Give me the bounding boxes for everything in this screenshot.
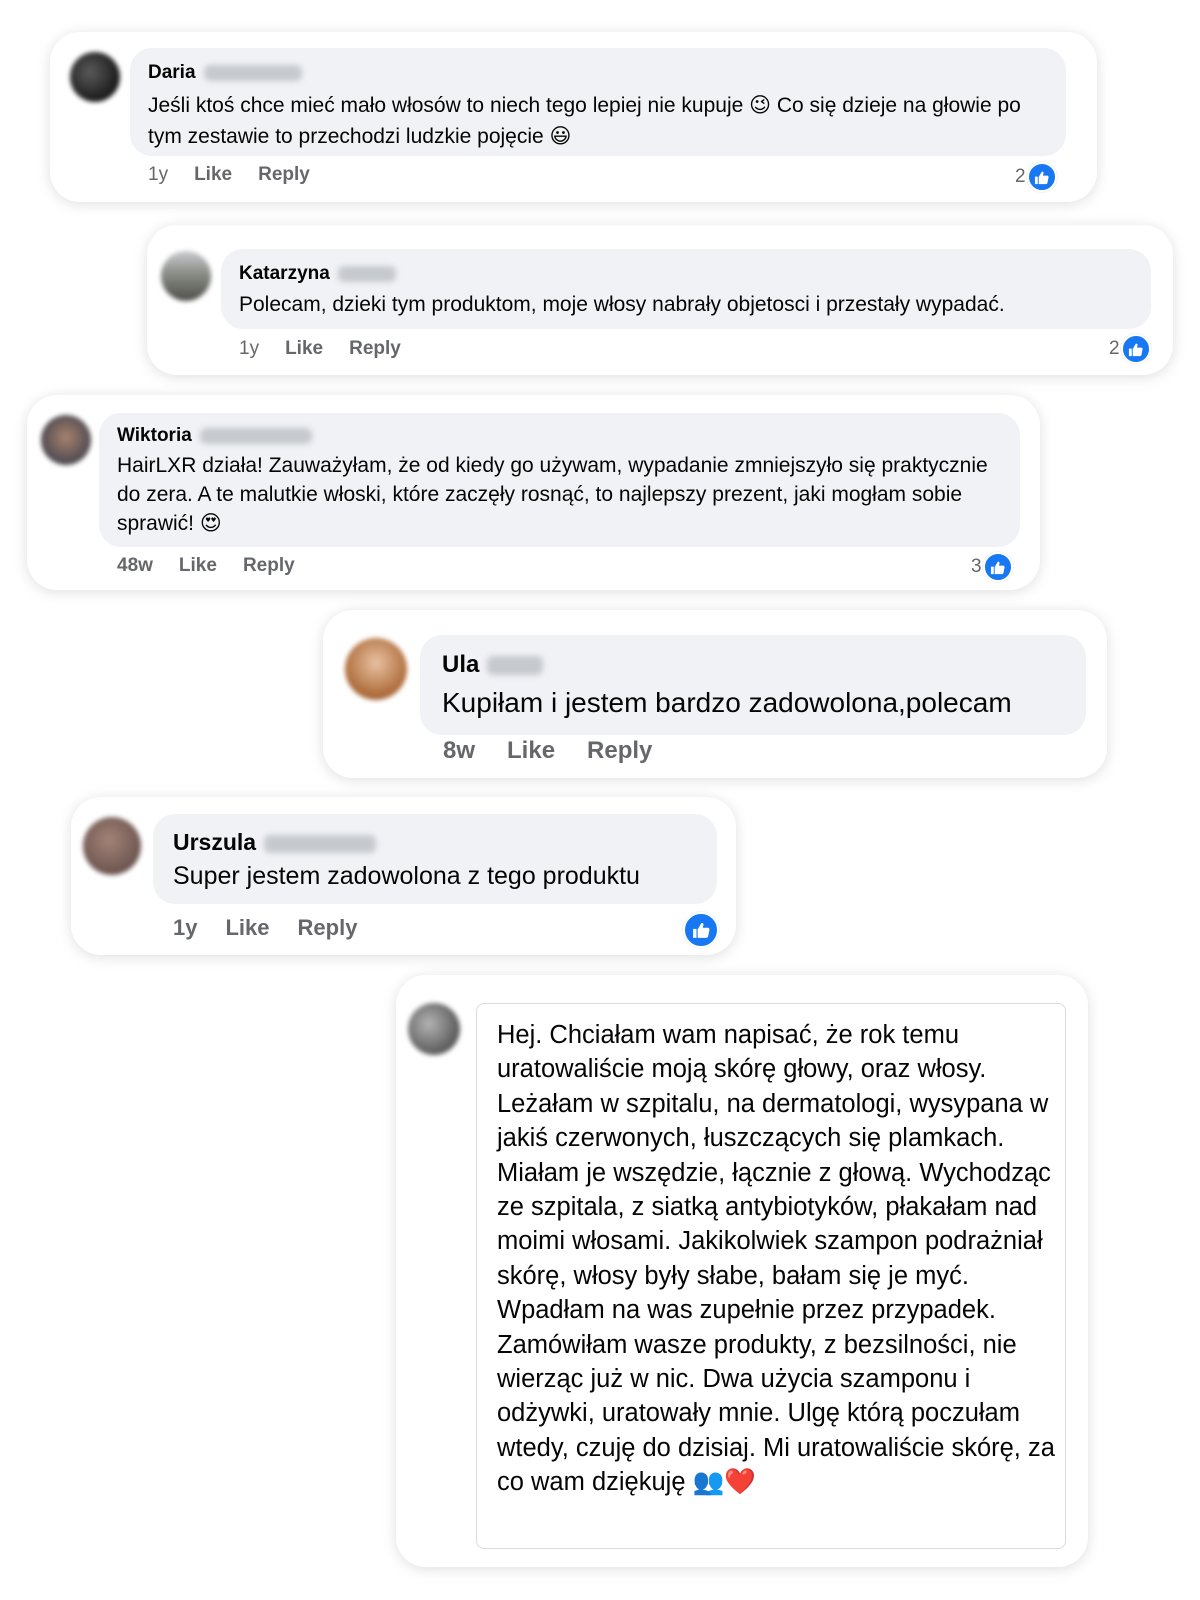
avatar[interactable] [345, 638, 407, 700]
comment-text: Super jestem zadowolona z tego produktu [173, 862, 640, 890]
timestamp[interactable]: 1y [173, 915, 197, 941]
reaction-number: 2 [1015, 166, 1026, 187]
like-button[interactable]: Like [194, 164, 232, 186]
author-name[interactable]: Ula [442, 651, 479, 679]
comment-card: Urszula Super jestem zadowolona z tego p… [71, 797, 736, 955]
comment-text: Jeśli ktoś chce mieć mało włosów to niec… [148, 94, 1021, 148]
comment-card: Ula Kupiłam i jestem bardzo zadowolona,p… [323, 610, 1107, 778]
avatar[interactable] [83, 817, 141, 875]
like-button[interactable]: Like [285, 338, 323, 360]
like-button[interactable]: Like [225, 915, 269, 941]
timestamp[interactable]: 1y [148, 164, 168, 186]
author-name[interactable]: Daria [148, 62, 196, 84]
reply-button[interactable]: Reply [587, 737, 652, 765]
comment-text: Polecam, dzieki tym produktom, moje włos… [239, 293, 1005, 316]
comment-actions: 8w Like Reply [443, 737, 652, 765]
comment-bubble: Daria Jeśli ktoś chce mieć mało włosów t… [130, 48, 1066, 156]
reply-button[interactable]: Reply [298, 915, 358, 941]
reply-button[interactable]: Reply [243, 555, 295, 577]
like-button[interactable]: Like [507, 737, 555, 765]
comment-card: Daria Jeśli ktoś chce mieć mało włosów t… [50, 32, 1097, 202]
message-bubble: Hej. Chciałam wam napisać, że rok temu u… [476, 1003, 1066, 1549]
avatar[interactable] [41, 415, 91, 465]
comment-bubble: Ula Kupiłam i jestem bardzo zadowolona,p… [420, 635, 1086, 735]
author-name[interactable]: Katarzyna [239, 263, 330, 285]
reaction-count[interactable]: 2 [1015, 162, 1057, 192]
avatar[interactable] [408, 1003, 460, 1055]
like-button[interactable]: Like [179, 555, 217, 577]
comment-actions: 1y Like Reply [173, 915, 357, 941]
avatar[interactable] [70, 52, 120, 102]
author-name[interactable]: Wiktoria [117, 425, 192, 447]
reply-button[interactable]: Reply [349, 338, 401, 360]
comment-bubble: Urszula Super jestem zadowolona z tego p… [153, 814, 717, 904]
message-card: Hej. Chciałam wam napisać, że rok temu u… [396, 975, 1088, 1567]
comment-actions: 1y Like Reply [239, 338, 401, 360]
reaction-count[interactable] [683, 912, 719, 948]
timestamp[interactable]: 1y [239, 338, 259, 360]
avatar[interactable] [161, 251, 211, 301]
comment-actions: 1y Like Reply [148, 164, 310, 186]
message-text: Hej. Chciałam wam napisać, że rok temu u… [497, 1021, 1055, 1497]
comment-bubble: Katarzyna Polecam, dzieki tym produktom,… [221, 249, 1151, 329]
author-name[interactable]: Urszula [173, 829, 256, 856]
comment-text: Kupiłam i jestem bardzo zadowolona,polec… [442, 687, 1012, 718]
timestamp[interactable]: 8w [443, 737, 475, 765]
thumbs-up-icon [1120, 334, 1151, 364]
thumbs-up-icon [1026, 162, 1057, 192]
thumbs-up-icon [683, 912, 719, 948]
timestamp[interactable]: 48w [117, 555, 153, 577]
reaction-count[interactable]: 2 [1109, 334, 1151, 364]
comment-bubble: Wiktoria HairLXR działa! Zauważyłam, że … [99, 413, 1020, 547]
comment-card: Wiktoria HairLXR działa! Zauważyłam, że … [27, 395, 1040, 590]
reaction-number: 3 [971, 556, 982, 577]
comment-actions: 48w Like Reply [117, 555, 295, 577]
thumbs-up-icon [982, 552, 1013, 582]
comment-text: HairLXR działa! Zauważyłam, że od kiedy … [117, 454, 988, 535]
reaction-count[interactable]: 3 [971, 552, 1013, 582]
reaction-number: 2 [1109, 338, 1120, 359]
reply-button[interactable]: Reply [258, 164, 310, 186]
comment-card: Katarzyna Polecam, dzieki tym produktom,… [147, 225, 1173, 375]
